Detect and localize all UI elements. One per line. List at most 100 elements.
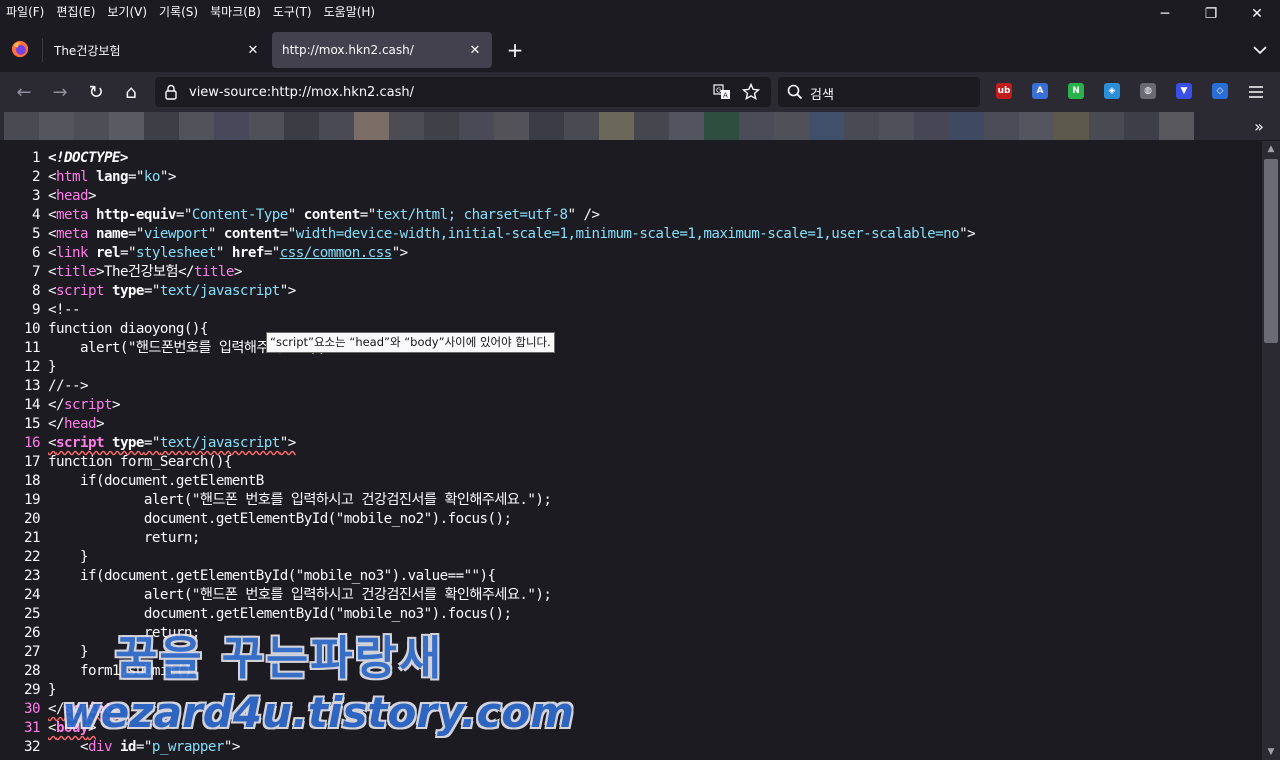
bookmark-item[interactable] bbox=[739, 112, 774, 140]
bookmark-item[interactable] bbox=[844, 112, 879, 140]
bookmark-item[interactable] bbox=[459, 112, 494, 140]
bookmark-item[interactable] bbox=[529, 112, 564, 140]
new-tab-button[interactable]: + bbox=[504, 38, 526, 62]
ublock-icon[interactable]: ub bbox=[996, 83, 1012, 99]
code-token: "> bbox=[223, 739, 241, 755]
list-all-tabs-button[interactable] bbox=[1249, 39, 1271, 61]
bookmark-item[interactable] bbox=[494, 112, 529, 140]
tab-active-source[interactable]: http://mox.hkn2.cash/ ✕ bbox=[272, 32, 492, 68]
source-code: <meta http-equiv="Content-Type" content=… bbox=[48, 206, 601, 225]
reload-button[interactable]: ↻ bbox=[84, 80, 108, 104]
tab-the-health-insurance[interactable]: The건강보험 ✕ bbox=[44, 32, 270, 68]
code-token: document.getElementById("mobile_no2").fo… bbox=[48, 511, 512, 527]
code-token: " /> bbox=[567, 207, 601, 223]
bookmark-item[interactable] bbox=[949, 112, 984, 140]
code-token: title bbox=[56, 264, 97, 280]
line-number: 30 bbox=[24, 701, 41, 717]
source-link[interactable]: css/common.css bbox=[280, 245, 392, 261]
url-bar[interactable]: view-source:http://mox.hkn2.cash/ G A bbox=[155, 77, 771, 107]
bookmark-item[interactable] bbox=[879, 112, 914, 140]
menu-item[interactable]: 보기(V) bbox=[101, 0, 153, 24]
bookmark-star-icon[interactable] bbox=[742, 83, 760, 101]
minimize-button[interactable]: ─ bbox=[1142, 0, 1188, 28]
translate-page-icon[interactable]: G A bbox=[713, 84, 731, 100]
line-number: 5 bbox=[32, 226, 41, 242]
source-code: document.getElementById("mobile_no2").fo… bbox=[48, 510, 512, 529]
bookmark-item[interactable] bbox=[354, 112, 389, 140]
bookmark-item[interactable] bbox=[389, 112, 424, 140]
translate-icon[interactable]: A bbox=[1032, 83, 1048, 99]
bookmark-item[interactable] bbox=[109, 112, 144, 140]
bookmark-item[interactable] bbox=[774, 112, 809, 140]
bookmark-item[interactable] bbox=[1159, 112, 1194, 140]
bookmarks-pixelated bbox=[4, 112, 1236, 140]
line-number: 1 bbox=[32, 150, 41, 166]
vpn-extension-icon[interactable]: ▼ bbox=[1176, 83, 1192, 99]
menu-item[interactable]: 북마크(B) bbox=[204, 0, 267, 24]
code-token: viewport bbox=[143, 226, 208, 242]
bookmark-item[interactable] bbox=[914, 112, 949, 140]
code-token: meta bbox=[56, 207, 96, 223]
search-placeholder: 검색 bbox=[810, 88, 834, 103]
bookmark-item[interactable] bbox=[4, 112, 39, 140]
back-button[interactable]: ← bbox=[12, 80, 36, 104]
bookmark-item[interactable] bbox=[74, 112, 109, 140]
bookmark-item[interactable] bbox=[809, 112, 844, 140]
source-line: 7 <title>The건강보험</title> bbox=[0, 263, 1262, 282]
menu-item[interactable]: 도구(T) bbox=[267, 0, 318, 24]
bookmark-item[interactable] bbox=[634, 112, 669, 140]
search-bar[interactable]: 검색 bbox=[778, 77, 980, 107]
globe-extension-icon[interactable]: ◍ bbox=[1140, 83, 1156, 99]
scrollbar-thumb[interactable] bbox=[1264, 159, 1278, 343]
line-number: 7 bbox=[32, 264, 41, 280]
bookmark-item[interactable] bbox=[1019, 112, 1054, 140]
source-line: 10 function diaoyong(){ bbox=[0, 320, 1262, 339]
bookmark-item[interactable] bbox=[144, 112, 179, 140]
bookmark-item[interactable] bbox=[1089, 112, 1124, 140]
restore-button[interactable]: ❐ bbox=[1188, 0, 1234, 28]
menu-item[interactable]: 기록(S) bbox=[153, 0, 204, 24]
bookmark-item[interactable] bbox=[1124, 112, 1159, 140]
code-token: > bbox=[111, 397, 121, 413]
bookmark-item[interactable] bbox=[284, 112, 319, 140]
vertical-scrollbar[interactable]: ▲ ▼ bbox=[1262, 141, 1280, 760]
close-window-button[interactable]: ✕ bbox=[1234, 0, 1280, 28]
menu-item[interactable]: 편집(E) bbox=[50, 0, 101, 24]
menu-item[interactable]: 도움말(H) bbox=[318, 0, 382, 24]
code-token: function diaoyong(){ bbox=[48, 321, 208, 337]
home-button[interactable]: ⌂ bbox=[119, 80, 143, 104]
bookmark-item[interactable] bbox=[704, 112, 739, 140]
bookmark-item[interactable] bbox=[1054, 112, 1089, 140]
shield-extension-icon[interactable]: ◈ bbox=[1104, 83, 1120, 99]
source-line: 4 <meta http-equiv="Content-Type" content… bbox=[0, 206, 1262, 225]
scroll-down-icon[interactable]: ▼ bbox=[1262, 744, 1280, 760]
source-code: return; bbox=[48, 529, 201, 548]
tab-close-icon[interactable]: ✕ bbox=[244, 41, 262, 59]
bookmark-item[interactable] bbox=[564, 112, 599, 140]
line-number: 4 bbox=[32, 207, 41, 223]
n-extension-icon[interactable]: N bbox=[1068, 83, 1084, 99]
code-token: alert("핸드폰 번호를 입력하시고 건강검진서를 확인해주세요."); bbox=[48, 492, 552, 508]
bookmark-item[interactable] bbox=[984, 112, 1019, 140]
line-number: 17 bbox=[24, 454, 41, 470]
bookmark-item[interactable] bbox=[179, 112, 214, 140]
code-token: <!DOCTYPE> bbox=[48, 150, 128, 166]
forward-button[interactable]: → bbox=[48, 80, 72, 104]
tab-close-icon[interactable]: ✕ bbox=[466, 41, 484, 59]
menu-item[interactable]: 파일(F) bbox=[0, 0, 50, 24]
bookmark-item[interactable] bbox=[39, 112, 74, 140]
source-line: 3 <head> bbox=[0, 187, 1262, 206]
bookmarks-overflow-button[interactable]: » bbox=[1248, 116, 1270, 136]
page-info-icon[interactable] bbox=[164, 84, 178, 100]
code-token: if(document.getElementById("mobile_no3")… bbox=[48, 568, 496, 584]
scroll-up-icon[interactable]: ▲ bbox=[1262, 141, 1280, 157]
bookmark-item[interactable] bbox=[319, 112, 354, 140]
bookmark-item[interactable] bbox=[214, 112, 249, 140]
validation-tooltip: “script”요소는 “head”와 “body”사이에 있어야 합니다. bbox=[266, 332, 555, 353]
app-menu-button[interactable] bbox=[1244, 80, 1268, 104]
bookmark-item[interactable] bbox=[424, 112, 459, 140]
guard-extension-icon[interactable]: ◇ bbox=[1212, 83, 1228, 99]
bookmark-item[interactable] bbox=[669, 112, 704, 140]
bookmark-item[interactable] bbox=[599, 112, 634, 140]
bookmark-item[interactable] bbox=[249, 112, 284, 140]
